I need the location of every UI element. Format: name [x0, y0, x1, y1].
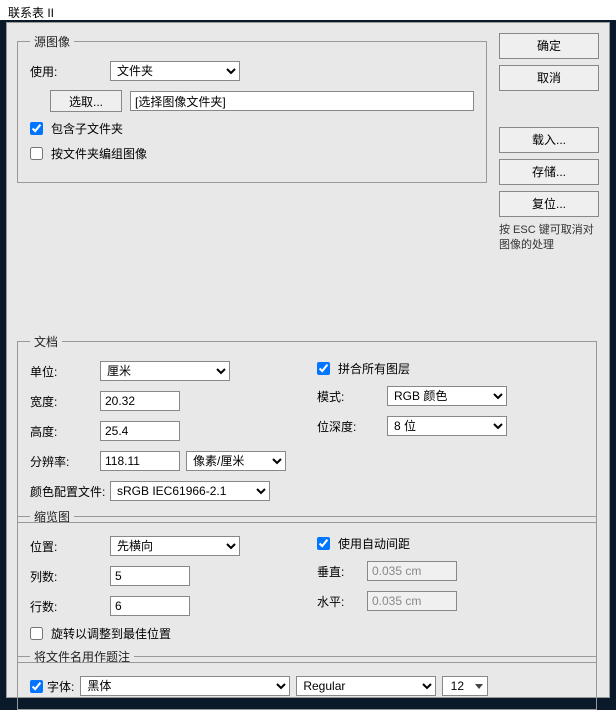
use-label: 使用: [30, 63, 110, 80]
rows-input[interactable] [110, 596, 190, 616]
font-select[interactable]: 黑体 [80, 676, 290, 696]
use-select[interactable]: 文件夹 [110, 61, 240, 81]
document-legend: 文档 [30, 333, 62, 350]
window-title: 联系表 II [8, 6, 54, 20]
rows-label: 行数: [30, 598, 110, 615]
resolution-label: 分辨率: [30, 453, 100, 470]
font-size-stepper[interactable] [442, 676, 488, 696]
vertical-input [367, 561, 457, 581]
height-label: 高度: [30, 423, 100, 440]
cols-input[interactable] [110, 566, 190, 586]
font-label: 字体: [47, 678, 74, 695]
font-size-input[interactable] [443, 677, 471, 695]
esc-hint: 按 ESC 键可取消对图像的处理 [499, 223, 599, 254]
profile-select[interactable]: sRGB IEC61966-2.1 [110, 481, 270, 501]
rotate-checkbox[interactable] [30, 627, 43, 640]
horizontal-input [367, 591, 457, 611]
include-subfolders-checkbox[interactable] [30, 122, 43, 135]
unit-label: 单位: [30, 363, 100, 380]
horizontal-label: 水平: [317, 593, 367, 610]
rotate-label: 旋转以调整到最佳位置 [51, 625, 171, 642]
group-by-folder-label: 按文件夹编组图像 [51, 145, 147, 162]
ok-button[interactable]: 确定 [499, 33, 599, 59]
source-fieldset: 源图像 使用: 文件夹 选取... 包含子文件夹 按文件夹编组图像 [17, 33, 487, 183]
left-content: 源图像 使用: 文件夹 选取... 包含子文件夹 按文件夹编组图像 [17, 33, 487, 195]
mode-label: 模式: [317, 388, 387, 405]
caption-legend: 将文件名用作题注 [30, 648, 134, 665]
profile-label: 颜色配置文件: [30, 483, 110, 500]
title-bar: 联系表 II [0, 0, 616, 20]
path-input[interactable] [130, 91, 474, 111]
font-style-select[interactable]: Regular [296, 676, 436, 696]
group-by-folder-checkbox[interactable] [30, 147, 43, 160]
height-input[interactable] [100, 421, 180, 441]
chevron-down-icon[interactable] [475, 684, 483, 689]
unit-select[interactable]: 厘米 [100, 361, 230, 381]
cols-label: 列数: [30, 568, 110, 585]
load-button[interactable]: 载入... [499, 127, 599, 153]
width-label: 宽度: [30, 393, 100, 410]
vertical-label: 垂直: [317, 563, 367, 580]
reset-button[interactable]: 复位... [499, 191, 599, 217]
right-button-column: 确定 取消 载入... 存储... 复位... 按 ESC 键可取消对图像的处理 [499, 33, 599, 254]
auto-spacing-label: 使用自动间距 [338, 535, 410, 552]
depth-label: 位深度: [317, 418, 387, 435]
auto-spacing-checkbox[interactable] [317, 537, 330, 550]
mode-select[interactable]: RGB 颜色 [387, 386, 507, 406]
flatten-checkbox[interactable] [317, 362, 330, 375]
include-subfolders-label: 包含子文件夹 [51, 120, 123, 137]
choose-button[interactable]: 选取... [50, 90, 122, 112]
place-select[interactable]: 先横向 [110, 536, 240, 556]
document-fieldset: 文档 单位: 厘米 宽度: 高度: 分辨率: 像素/厘米 [17, 333, 597, 523]
place-label: 位置: [30, 538, 110, 555]
cancel-button[interactable]: 取消 [499, 65, 599, 91]
flatten-label: 拼合所有图层 [338, 360, 410, 377]
dialog-body: 确定 取消 载入... 存储... 复位... 按 ESC 键可取消对图像的处理… [6, 22, 610, 698]
caption-fieldset: 将文件名用作题注 字体: 黑体 Regular [17, 648, 597, 710]
save-button[interactable]: 存储... [499, 159, 599, 185]
font-checkbox[interactable] [30, 680, 43, 693]
resolution-input[interactable] [100, 451, 180, 471]
depth-select[interactable]: 8 位 [387, 416, 507, 436]
source-legend: 源图像 [30, 33, 74, 50]
width-input[interactable] [100, 391, 180, 411]
thumbnail-fieldset: 缩览图 位置: 先横向 列数: 行数: 旋转以调整到最佳位置 [17, 508, 597, 663]
resolution-unit-select[interactable]: 像素/厘米 [186, 451, 286, 471]
thumbnail-legend: 缩览图 [30, 508, 74, 525]
